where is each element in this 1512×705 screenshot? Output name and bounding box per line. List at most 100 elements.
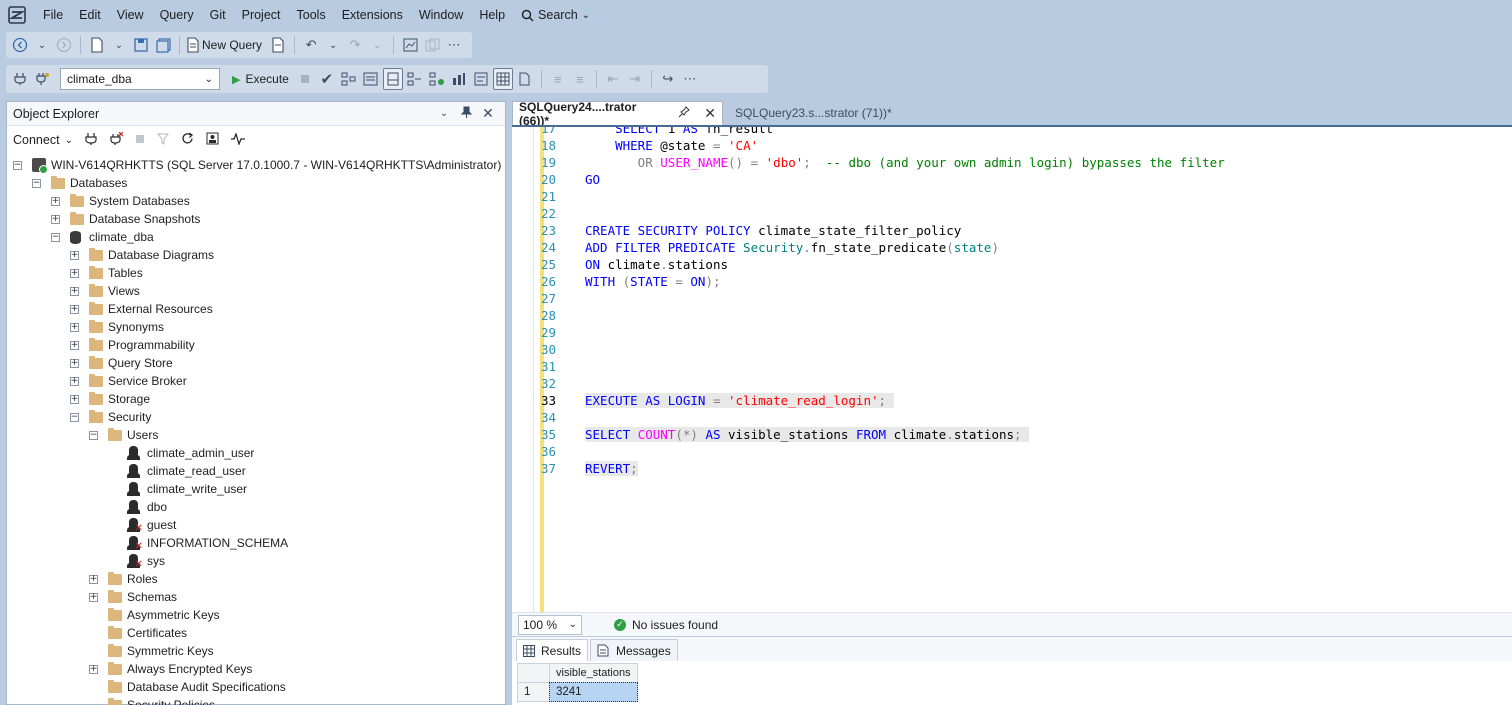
expand-icon[interactable]: + (89, 574, 98, 584)
comment-icon[interactable]: ≡ (548, 68, 568, 90)
expand-icon[interactable]: + (70, 268, 79, 278)
chevron-down-icon[interactable]: ⌄ (109, 34, 129, 56)
code-line[interactable]: ON climate.stations (585, 257, 728, 272)
parse-check-icon[interactable]: ✔ (317, 68, 337, 90)
tree-node[interactable]: + Query Store (70, 354, 173, 372)
connect-dropdown[interactable]: Connect ⌄ (13, 133, 73, 147)
tree-node[interactable]: climate_read_user (108, 462, 246, 480)
tree-node[interactable]: + Programmability (70, 336, 195, 354)
menu-tools[interactable]: Tools (289, 0, 334, 30)
save-icon[interactable] (131, 34, 151, 56)
results-to-text-icon[interactable] (471, 68, 491, 90)
sql-editor[interactable]: 17 SELECT 1 AS fn_result 18 WHERE @state … (512, 125, 1512, 612)
tree-node[interactable]: Certificates (89, 624, 187, 642)
more-icon[interactable]: ⋯ (680, 68, 700, 90)
activity-icon[interactable] (230, 131, 245, 148)
code-line[interactable]: SELECT 1 AS fn_result (585, 127, 773, 136)
forward-icon[interactable] (54, 34, 74, 56)
result-cell[interactable]: 3241 (549, 682, 638, 702)
save-all-icon[interactable] (153, 34, 173, 56)
tree-node[interactable]: + System Databases (51, 192, 190, 210)
expand-icon[interactable]: + (51, 196, 60, 206)
code-line[interactable]: OR USER_NAME() = 'dbo'; -- dbo (and your… (585, 155, 1225, 170)
tree-node[interactable]: dbo (108, 498, 167, 516)
tree-node[interactable]: climate_write_user (108, 480, 247, 498)
tree-node[interactable]: Security Policies (89, 696, 215, 705)
tree-node[interactable]: + Schemas (89, 588, 177, 606)
column-header[interactable]: visible_stations (549, 663, 638, 683)
tree-node[interactable]: − WIN-V614QRHKTTS (SQL Server 17.0.1000.7… (13, 156, 501, 174)
tree-node[interactable]: ✕ INFORMATION_SCHEMA (108, 534, 288, 552)
pin-icon[interactable] (678, 106, 691, 121)
disconnect-icon[interactable] (109, 131, 124, 149)
menu-git[interactable]: Git (202, 0, 234, 30)
menu-query[interactable]: Query (152, 0, 202, 30)
actual-plan-icon[interactable] (405, 68, 425, 90)
back-icon[interactable] (10, 34, 30, 56)
tree-node[interactable]: − Users (89, 426, 158, 444)
estimated-plan-icon[interactable] (339, 68, 359, 90)
tab-sqlquery24[interactable]: SQLQuery24....trator (66))* ✕ (512, 100, 723, 128)
menu-extensions[interactable]: Extensions (334, 0, 411, 30)
expand-icon[interactable]: + (70, 358, 79, 368)
tree-node[interactable]: Symmetric Keys (89, 642, 214, 660)
connect-icon[interactable] (10, 68, 30, 90)
collapse-icon[interactable]: − (32, 178, 41, 188)
query-file-icon[interactable] (268, 34, 288, 56)
tree-node[interactable]: − Databases (32, 174, 127, 192)
close-icon[interactable]: ✕ (704, 105, 716, 122)
template-icon[interactable] (422, 34, 442, 56)
tree-node[interactable]: + Tables (70, 264, 143, 282)
indent-icon[interactable]: ⇥ (625, 68, 645, 90)
execute-button[interactable]: ▶ Execute (228, 68, 293, 90)
tree-node[interactable]: climate_admin_user (108, 444, 254, 462)
tree-node[interactable]: + Views (70, 282, 140, 300)
collapse-icon[interactable]: − (70, 412, 79, 422)
summary-icon[interactable] (206, 132, 219, 148)
code-line[interactable]: SELECT COUNT(*) AS visible_stations FROM… (585, 427, 1030, 442)
tree-node[interactable]: + Database Diagrams (70, 246, 214, 264)
chevron-down-icon[interactable]: ⌄ (433, 108, 455, 119)
tree-node[interactable]: + Storage (70, 390, 150, 408)
code-line[interactable]: REVERT; (585, 461, 638, 476)
close-icon[interactable]: ✕ (477, 105, 499, 122)
code-line[interactable]: GO (585, 172, 600, 187)
live-stats-icon[interactable] (427, 68, 447, 90)
tree-node[interactable]: − climate_dba (51, 228, 154, 246)
activity-monitor-icon[interactable] (400, 34, 420, 56)
row-number[interactable]: 1 (517, 682, 550, 702)
outdent-icon[interactable]: ⇤ (603, 68, 623, 90)
tree-node[interactable]: + Roles (89, 570, 158, 588)
tree-node[interactable]: + Database Snapshots (51, 210, 200, 228)
menu-help[interactable]: Help (471, 0, 513, 30)
results-to-file-icon[interactable] (515, 68, 535, 90)
chevron-down-icon[interactable]: ⌄ (367, 34, 387, 56)
expand-icon[interactable]: + (89, 664, 98, 674)
menu-file[interactable]: File (35, 0, 71, 30)
tree-node[interactable]: ✕ sys (108, 552, 165, 570)
tab-messages[interactable]: Messages (590, 639, 678, 661)
code-line[interactable]: WITH (STATE = ON); (585, 274, 721, 289)
expand-icon[interactable]: + (70, 376, 79, 386)
collapse-icon[interactable]: − (13, 160, 22, 170)
expand-icon[interactable]: + (89, 592, 98, 602)
stop-icon[interactable] (295, 68, 315, 90)
code-line[interactable]: EXECUTE AS LOGIN = 'climate_read_login'; (585, 393, 894, 408)
tree-node[interactable]: Asymmetric Keys (89, 606, 220, 624)
change-connection-icon[interactable] (32, 68, 52, 90)
chevron-down-icon[interactable]: ⌄ (32, 34, 52, 56)
database-select[interactable]: climate_dba ⌄ (60, 68, 220, 90)
new-query-button[interactable]: New Query (186, 34, 262, 56)
connect-object-icon[interactable] (85, 132, 97, 149)
expand-icon[interactable]: + (51, 214, 60, 224)
menu-edit[interactable]: Edit (71, 0, 109, 30)
tree-node[interactable]: ✕ guest (108, 516, 176, 534)
query-options-icon[interactable] (361, 68, 381, 90)
tree-node[interactable]: + Always Encrypted Keys (89, 660, 252, 678)
menu-window[interactable]: Window (411, 0, 471, 30)
specify-values-icon[interactable]: ↪ (658, 68, 678, 90)
new-file-icon[interactable] (87, 34, 107, 56)
tree-node[interactable]: + Service Broker (70, 372, 187, 390)
pin-icon[interactable] (455, 106, 477, 121)
tree-node[interactable]: − Security (70, 408, 151, 426)
